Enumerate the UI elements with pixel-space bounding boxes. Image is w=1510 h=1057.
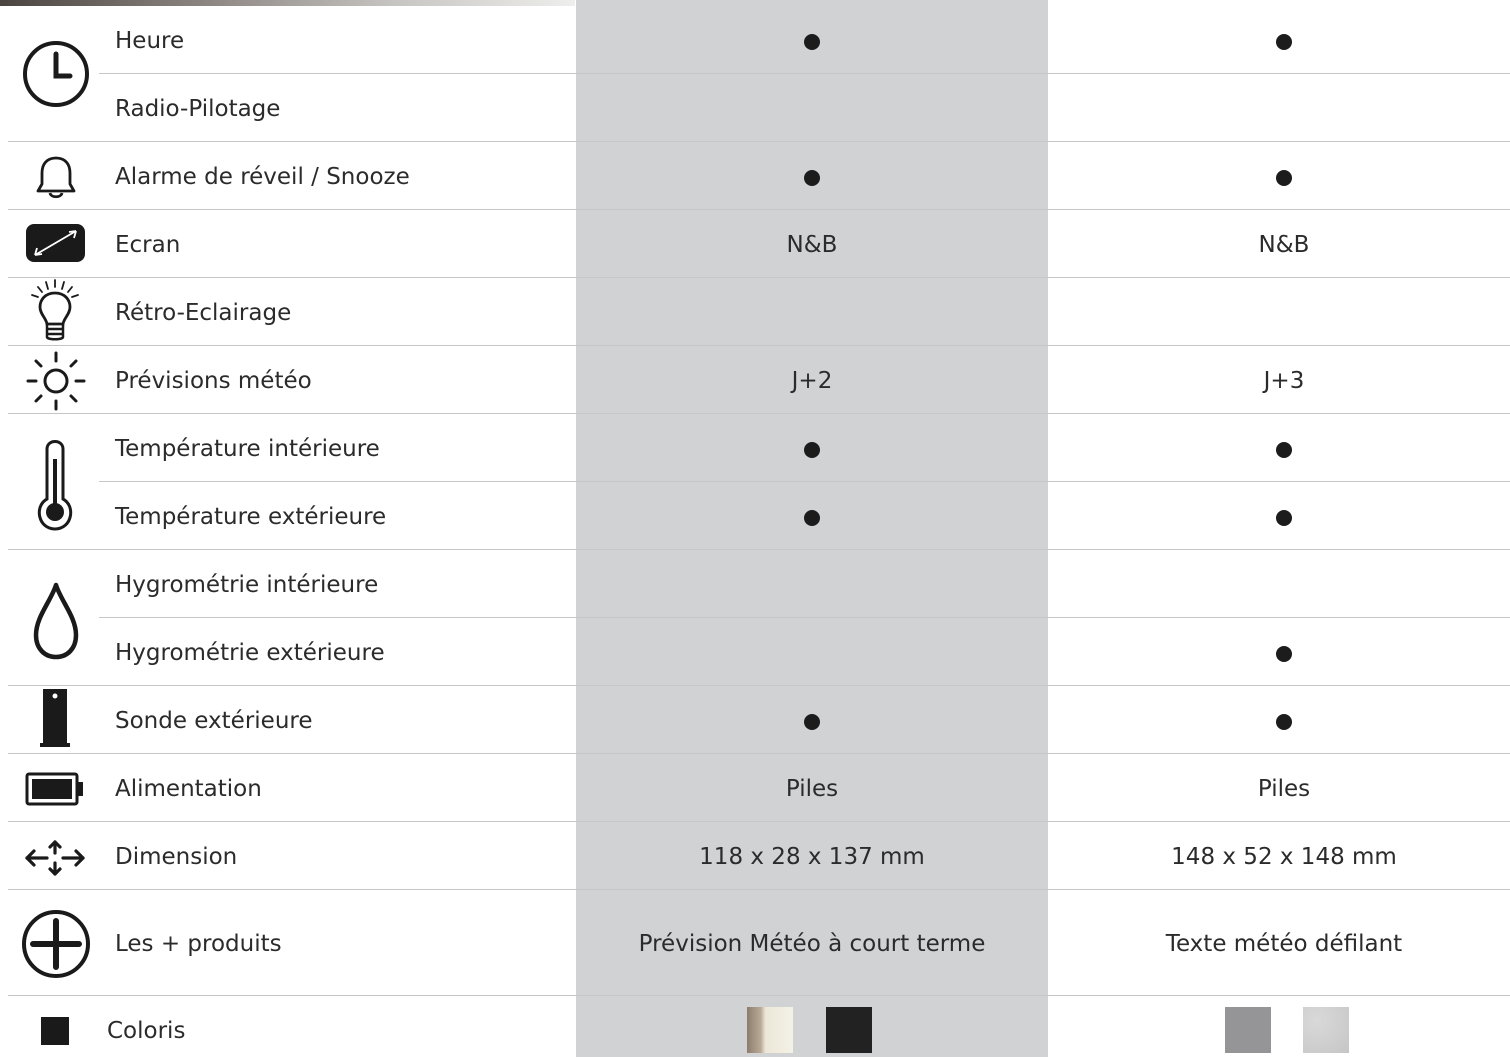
row-divider — [99, 481, 1510, 482]
row-divider — [8, 549, 1510, 550]
value-a — [576, 27, 1048, 55]
value-b — [1048, 27, 1510, 55]
square-icon — [41, 1017, 69, 1045]
row-divider — [8, 685, 1510, 686]
row-label-coloris: Coloris — [107, 1018, 186, 1044]
feature-dot — [804, 713, 820, 730]
feature-dot — [804, 509, 820, 526]
row-label-previsions: Prévisions météo — [115, 368, 312, 394]
value-a — [576, 163, 1048, 191]
row-divider — [8, 753, 1510, 754]
row-label-temp-int: Température intérieure — [115, 436, 380, 462]
row-label-alimentation: Alimentation — [115, 776, 262, 802]
row-divider — [8, 995, 1510, 996]
value-b: 148 x 52 x 148 mm — [1171, 844, 1397, 870]
value-a — [576, 503, 1048, 531]
value-b — [1048, 503, 1510, 531]
row-label-plus-produits: Les + produits — [115, 931, 282, 957]
value-a: N&B — [786, 232, 838, 258]
value-b — [1048, 163, 1510, 191]
row-label-radio-pilotage: Radio-Pilotage — [115, 96, 281, 122]
row-label-retro-eclairage: Rétro-Eclairage — [115, 300, 292, 326]
sun-icon — [26, 351, 86, 411]
feature-dot — [804, 33, 820, 50]
dimension-arrows-icon — [25, 840, 85, 876]
feature-dot — [804, 169, 820, 186]
row-label-sonde: Sonde extérieure — [115, 708, 313, 734]
row-divider — [8, 345, 1510, 346]
row-label-temp-ext: Température extérieure — [115, 504, 387, 530]
row-divider — [99, 73, 1510, 74]
value-b — [1048, 435, 1510, 463]
swatch-grey — [1225, 1007, 1271, 1053]
sensor-icon — [40, 689, 70, 747]
feature-dot — [1276, 33, 1292, 50]
feature-dot — [804, 441, 820, 458]
swatch-black — [826, 1007, 872, 1053]
value-b: J+3 — [1263, 368, 1305, 394]
row-label-hygro-int: Hygrométrie intérieure — [115, 572, 379, 598]
value-a: Piles — [785, 776, 839, 802]
value-b: Piles — [1257, 776, 1311, 802]
value-a: J+2 — [791, 368, 833, 394]
value-a: 118 x 28 x 137 mm — [699, 844, 925, 870]
feature-dot — [1276, 645, 1292, 662]
row-divider — [8, 141, 1510, 142]
feature-dot — [1276, 509, 1292, 526]
row-label-alarme: Alarme de réveil / Snooze — [115, 164, 410, 190]
feature-dot — [1276, 169, 1292, 186]
row-divider — [8, 889, 1510, 890]
clock-icon — [23, 41, 89, 107]
plus-circle-icon — [22, 910, 90, 978]
thermometer-icon — [37, 440, 73, 531]
value-b — [1048, 707, 1510, 735]
value-b — [1048, 639, 1510, 667]
bell-icon — [36, 156, 76, 199]
row-label-heure: Heure — [115, 28, 185, 54]
value-a — [576, 435, 1048, 463]
swatch-silver — [1303, 1007, 1349, 1053]
header-image-strip — [0, 0, 575, 6]
row-divider — [8, 413, 1510, 414]
battery-icon — [25, 772, 83, 806]
row-label-dimension: Dimension — [115, 844, 238, 870]
row-label-hygro-ext: Hygrométrie extérieure — [115, 640, 385, 666]
feature-dot — [1276, 713, 1292, 730]
row-divider — [99, 617, 1510, 618]
lightbulb-icon — [31, 279, 79, 341]
value-b: Texte météo défilant — [1165, 931, 1403, 957]
row-divider — [8, 209, 1510, 210]
row-divider — [8, 277, 1510, 278]
screen-icon — [26, 224, 85, 262]
swatch-wood-cream — [747, 1007, 793, 1053]
value-a — [576, 707, 1048, 735]
feature-dot — [1276, 441, 1292, 458]
row-label-ecran: Ecran — [115, 232, 181, 258]
row-divider — [8, 821, 1510, 822]
value-b: N&B — [1258, 232, 1310, 258]
droplet-icon — [33, 582, 79, 660]
value-a: Prévision Météo à court terme — [638, 931, 986, 957]
